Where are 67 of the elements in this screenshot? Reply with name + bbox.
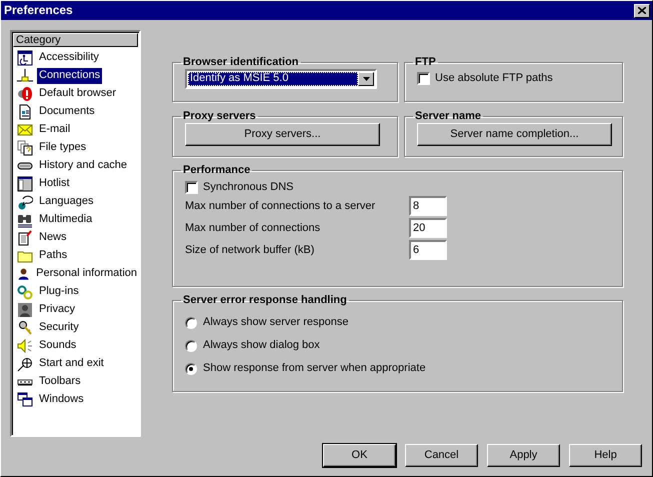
dialog-button[interactable]: Cancel <box>405 444 478 467</box>
radio-button[interactable] <box>185 362 197 374</box>
server-name-button[interactable]: Server name completion... <box>417 123 612 146</box>
wheelchair-icon <box>17 50 33 66</box>
category-item[interactable]: News <box>37 230 69 246</box>
input-field[interactable]: 20 <box>409 218 447 238</box>
radio-label: Show response from server when appropriate <box>203 362 426 376</box>
category-item[interactable]: Languages <box>37 194 96 210</box>
speaker-icon <box>17 338 33 354</box>
dialog-button[interactable]: OK <box>323 444 396 467</box>
field-label: Size of network buffer (kB) <box>185 244 314 257</box>
notepad-icon <box>17 230 33 246</box>
radio-label: Always show dialog box <box>203 338 320 352</box>
dropdown[interactable]: Identify as MSIE 5.0 <box>185 69 377 89</box>
group-title: Performance <box>182 164 252 177</box>
category-item[interactable]: Toolbars <box>37 374 83 390</box>
proxy-servers-button[interactable]: Proxy servers... <box>185 123 380 146</box>
category-item[interactable]: Default browser <box>37 86 118 102</box>
plug-icon <box>17 68 33 84</box>
category-item[interactable]: Hotlist <box>37 176 72 192</box>
panel-icon <box>17 176 33 192</box>
category-item[interactable]: Personal information <box>34 266 139 282</box>
key-icon <box>17 320 33 336</box>
checkbox-label: Synchronous DNS <box>203 181 294 194</box>
group-title: Browser identification <box>182 56 300 69</box>
input-field[interactable]: 6 <box>409 240 447 260</box>
group-title: Server name <box>414 110 482 123</box>
radio-label: Always show server response <box>203 316 349 330</box>
window-icon <box>17 392 33 408</box>
dialog-button[interactable]: Help <box>569 444 642 467</box>
category-item[interactable]: Documents <box>37 104 97 120</box>
input-field[interactable]: 8 <box>409 196 447 216</box>
category-item[interactable]: Start and exit <box>37 356 106 372</box>
category-item[interactable]: Paths <box>37 248 70 264</box>
category-item[interactable]: Multimedia <box>37 212 94 228</box>
checkbox[interactable] <box>185 181 198 194</box>
category-item[interactable]: Windows <box>37 392 86 408</box>
dialog-button[interactable]: Apply <box>487 444 560 467</box>
close-button[interactable] <box>634 4 650 18</box>
files-icon <box>17 140 33 156</box>
silhouette-icon <box>17 302 33 318</box>
envelope-icon <box>17 122 33 138</box>
category-item[interactable]: Plug-ins <box>37 284 81 300</box>
category-item[interactable]: History and cache <box>37 158 130 174</box>
binoculars-icon <box>17 212 33 228</box>
radio-button[interactable] <box>185 316 197 328</box>
checkbox-label: Use absolute FTP paths <box>435 72 553 86</box>
category-item[interactable]: Accessibility <box>37 50 101 66</box>
category-item[interactable]: Security <box>37 320 81 336</box>
close-icon <box>638 7 646 14</box>
group-title: Server error response handling <box>182 294 348 307</box>
category-item[interactable]: Privacy <box>37 302 78 318</box>
document-icon <box>17 104 33 120</box>
category-item[interactable]: E-mail <box>37 122 72 138</box>
group-title: FTP <box>414 56 437 69</box>
checkbox[interactable] <box>417 72 430 86</box>
person-icon <box>17 266 30 282</box>
radio-button[interactable] <box>185 340 197 352</box>
category-item[interactable]: File types <box>37 140 88 156</box>
column-header[interactable]: Category <box>13 33 138 47</box>
field-label: Max number of connections <box>185 222 320 235</box>
category-item[interactable]: Connections <box>37 68 102 84</box>
category-item[interactable]: Sounds <box>37 338 78 354</box>
caret-icon <box>362 77 370 81</box>
field-label: Max number of connections to a server <box>185 200 376 213</box>
window-title: Preferences <box>4 3 73 18</box>
group-title: Proxy servers <box>182 110 257 123</box>
